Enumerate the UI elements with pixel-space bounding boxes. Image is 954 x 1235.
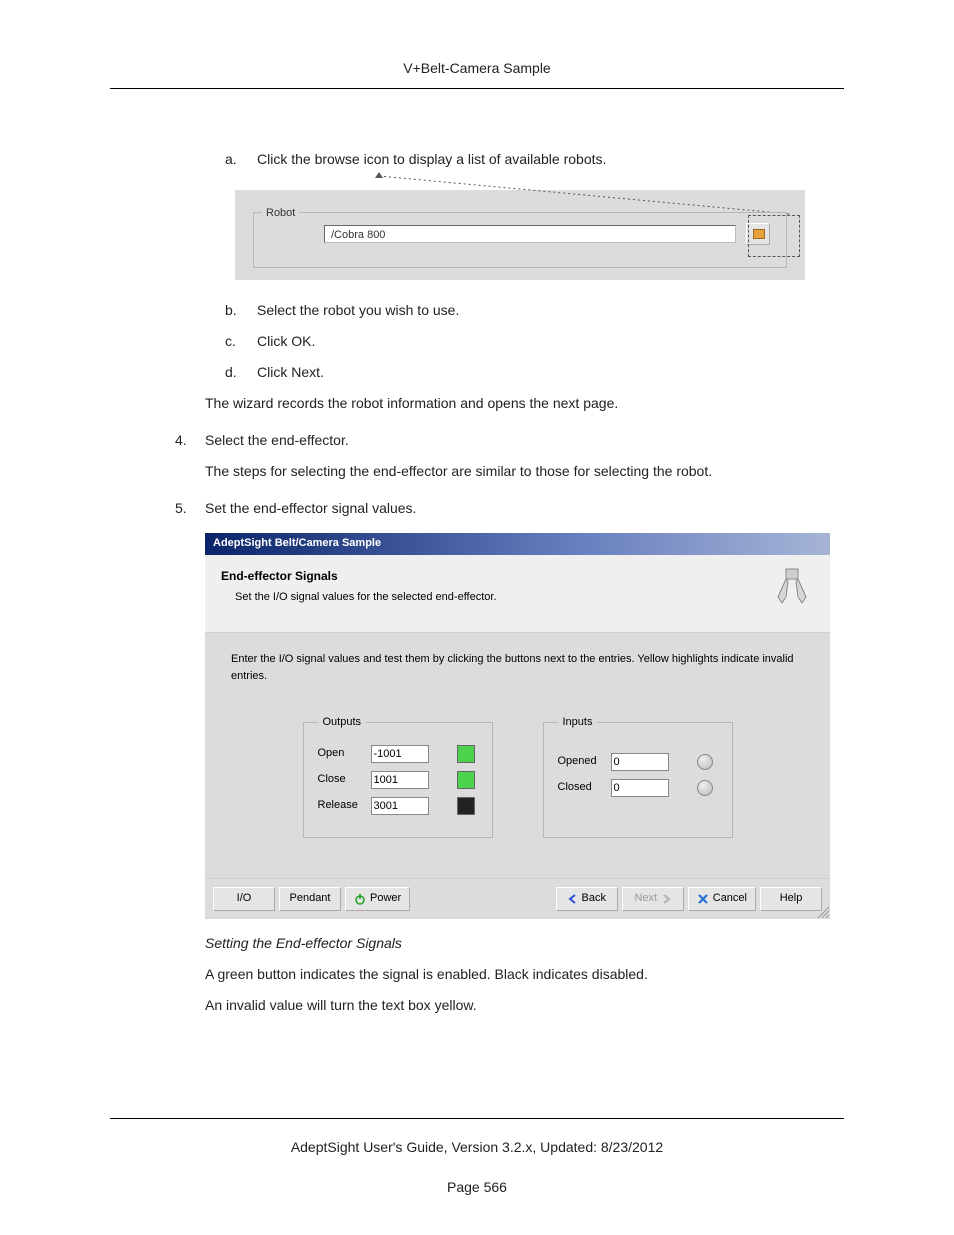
wizard-dialog: AdeptSight Belt/Camera Sample End-effect… bbox=[205, 533, 830, 919]
footer-page-number: Page 566 bbox=[110, 1179, 844, 1195]
num-label: 4. bbox=[175, 430, 193, 451]
sublist-cont: b. Select the robot you wish to use. c. … bbox=[205, 300, 834, 383]
sublist-text: Click the browse icon to display a list … bbox=[257, 149, 606, 170]
wizard-header-subtitle: Set the I/O signal values for the select… bbox=[221, 585, 814, 606]
output-release-input[interactable] bbox=[371, 797, 429, 815]
input-closed-row: Closed bbox=[558, 779, 718, 797]
sublist-item-a: a. Click the browse icon to display a li… bbox=[225, 149, 834, 170]
output-close-indicator[interactable] bbox=[457, 771, 475, 789]
num-text: Select the end-effector. bbox=[205, 430, 349, 451]
sublist-letter: d. bbox=[225, 362, 245, 383]
wizard-title-text: AdeptSight Belt/Camera Sample bbox=[213, 537, 381, 549]
output-close-label: Close bbox=[318, 771, 363, 788]
cancel-button[interactable]: Cancel bbox=[688, 887, 756, 911]
sublist-item-b: b. Select the robot you wish to use. bbox=[225, 300, 834, 321]
robot-value-input[interactable]: /Cobra 800 bbox=[324, 225, 736, 243]
output-open-label: Open bbox=[318, 745, 363, 762]
back-button[interactable]: Back bbox=[556, 887, 618, 911]
chevron-left-icon bbox=[568, 894, 578, 904]
robot-legend: Robot bbox=[262, 205, 299, 222]
sublist-text: Click OK. bbox=[257, 331, 315, 352]
wizard-footer-right: Back Next Cancel bbox=[556, 887, 822, 911]
output-open-row: Open bbox=[318, 745, 478, 763]
num-text: Set the end-effector signal values. bbox=[205, 498, 416, 519]
wizard-header-title: End-effector Signals bbox=[221, 567, 814, 585]
pendant-button[interactable]: Pendant bbox=[279, 887, 341, 911]
wizard-header-pane: End-effector Signals Set the I/O signal … bbox=[205, 555, 830, 633]
resize-grip-icon[interactable] bbox=[816, 905, 830, 919]
io-button[interactable]: I/O bbox=[213, 887, 275, 911]
document-page: V+Belt-Camera Sample a. Click the browse… bbox=[0, 0, 954, 1235]
inputs-fieldset: Inputs Opened Closed bbox=[543, 714, 733, 838]
sublist-text: Select the robot you wish to use. bbox=[257, 300, 459, 321]
sublist-letter: a. bbox=[225, 149, 245, 170]
paragraph-after-sublist: The wizard records the robot information… bbox=[205, 393, 834, 414]
numbered-item-4: 4. Select the end-effector. bbox=[175, 430, 834, 451]
numbered-item-5: 5. Set the end-effector signal values. bbox=[175, 498, 834, 519]
wizard-footer-pane: I/O Pendant Power bbox=[205, 879, 830, 919]
output-close-input[interactable] bbox=[371, 771, 429, 789]
inputs-legend: Inputs bbox=[558, 714, 598, 731]
close-icon bbox=[697, 893, 709, 905]
wizard-footer-left: I/O Pendant Power bbox=[213, 887, 410, 911]
num-label: 5. bbox=[175, 498, 193, 519]
outputs-legend: Outputs bbox=[318, 714, 367, 731]
callout-highlight-box bbox=[748, 215, 800, 257]
power-icon bbox=[354, 893, 366, 905]
output-release-indicator[interactable] bbox=[457, 797, 475, 815]
input-closed-input[interactable] bbox=[611, 779, 669, 797]
outputs-fieldset: Outputs Open Close Release bbox=[303, 714, 493, 838]
page-header: V+Belt-Camera Sample bbox=[110, 60, 844, 89]
page-footer: AdeptSight User's Guide, Version 3.2.x, … bbox=[110, 1118, 844, 1195]
input-opened-row: Opened bbox=[558, 753, 718, 771]
input-opened-input[interactable] bbox=[611, 753, 669, 771]
sublist: a. Click the browse icon to display a li… bbox=[205, 149, 834, 170]
sublist-text: Click Next. bbox=[257, 362, 324, 383]
input-closed-label: Closed bbox=[558, 779, 603, 796]
figure-caption: Setting the End-effector Signals bbox=[205, 933, 834, 954]
sublist-item-d: d. Click Next. bbox=[225, 362, 834, 383]
paragraph-4-detail: The steps for selecting the end-effector… bbox=[205, 461, 834, 482]
gripper-icon bbox=[772, 567, 812, 607]
robot-fieldset: Robot /Cobra 800 bbox=[253, 212, 787, 268]
signal-groups: Outputs Open Close Release bbox=[231, 714, 804, 838]
footer-line1: AdeptSight User's Guide, Version 3.2.x, … bbox=[110, 1139, 844, 1155]
sublist-item-c: c. Click OK. bbox=[225, 331, 834, 352]
output-release-row: Release bbox=[318, 797, 478, 815]
wizard-body-instructions: Enter the I/O signal values and test the… bbox=[231, 651, 804, 684]
paragraph-green: A green button indicates the signal is e… bbox=[205, 964, 834, 985]
output-release-label: Release bbox=[318, 797, 363, 814]
help-button[interactable]: Help bbox=[760, 887, 822, 911]
output-open-indicator[interactable] bbox=[457, 745, 475, 763]
content-area: a. Click the browse icon to display a li… bbox=[110, 149, 844, 1016]
next-button[interactable]: Next bbox=[622, 887, 684, 911]
paragraph-yellow: An invalid value will turn the text box … bbox=[205, 995, 834, 1016]
power-button[interactable]: Power bbox=[345, 887, 410, 911]
input-closed-indicator[interactable] bbox=[697, 780, 713, 796]
output-open-input[interactable] bbox=[371, 745, 429, 763]
wizard-body-pane: Enter the I/O signal values and test the… bbox=[205, 633, 830, 879]
robot-browse-figure: Robot /Cobra 800 bbox=[235, 190, 805, 280]
header-title: V+Belt-Camera Sample bbox=[403, 60, 550, 76]
sublist-letter: b. bbox=[225, 300, 245, 321]
input-opened-indicator[interactable] bbox=[697, 754, 713, 770]
callout-arrow bbox=[375, 170, 790, 216]
chevron-right-icon bbox=[661, 894, 671, 904]
output-close-row: Close bbox=[318, 771, 478, 789]
wizard-titlebar: AdeptSight Belt/Camera Sample bbox=[205, 533, 830, 555]
sublist-letter: c. bbox=[225, 331, 245, 352]
input-opened-label: Opened bbox=[558, 753, 603, 770]
